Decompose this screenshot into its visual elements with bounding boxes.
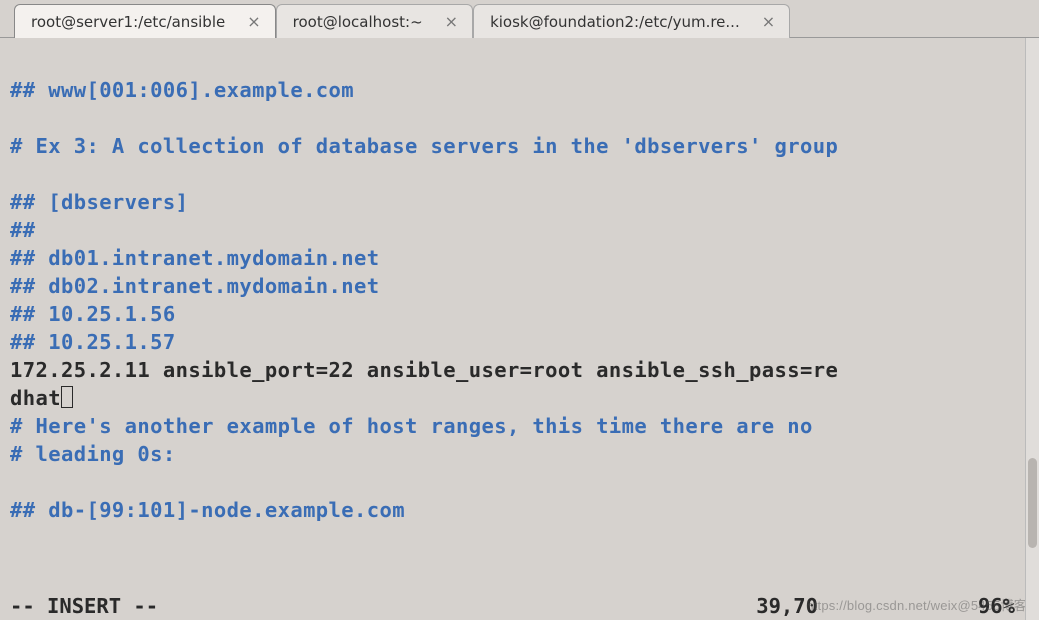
close-icon[interactable]: × [243, 12, 264, 31]
watermark-text: https://blog.csdn.net/weix@5455博客 [806, 595, 1027, 614]
scrollbar[interactable] [1025, 38, 1039, 620]
editor-line: # Ex 3: A collection of database servers… [10, 134, 838, 158]
tab-label: root@server1:/etc/ansible [31, 13, 225, 31]
editor-line: # Here's another example of host ranges,… [10, 414, 826, 438]
tab-label: kiosk@foundation2:/etc/yum.re... [490, 13, 740, 31]
terminal-content[interactable]: ## www[001:006].example.com # Ex 3: A co… [0, 38, 1039, 530]
tab-terminal-2[interactable]: root@localhost:~ × [276, 4, 473, 38]
editor-line: ## [10, 218, 48, 242]
scrollbar-thumb[interactable] [1028, 458, 1037, 548]
tab-terminal-1[interactable]: root@server1:/etc/ansible × [14, 4, 276, 38]
editor-line: ## 10.25.1.56 [10, 302, 176, 326]
editor-line-wrap: dhat [10, 386, 73, 410]
editor-line: ## db-[99:101]-node.example.com [10, 498, 405, 522]
editor-line: ## db01.intranet.mydomain.net [10, 246, 380, 270]
close-icon[interactable]: × [758, 12, 779, 31]
editor-line: # leading 0s: [10, 442, 176, 466]
vim-mode: -- INSERT -- [10, 594, 158, 618]
editor-line: ## [dbservers] [10, 190, 188, 214]
text-cursor [61, 386, 73, 408]
close-icon[interactable]: × [441, 12, 462, 31]
editor-line: ## www[001:006].example.com [10, 78, 354, 102]
tab-bar: root@server1:/etc/ansible × root@localho… [0, 0, 1039, 38]
editor-line: ## db02.intranet.mydomain.net [10, 274, 380, 298]
tab-terminal-3[interactable]: kiosk@foundation2:/etc/yum.re... × [473, 4, 790, 38]
tab-label: root@localhost:~ [293, 13, 423, 31]
editor-line: ## 10.25.1.57 [10, 330, 176, 354]
editor-line: 172.25.2.11 ansible_port=22 ansible_user… [10, 358, 838, 382]
